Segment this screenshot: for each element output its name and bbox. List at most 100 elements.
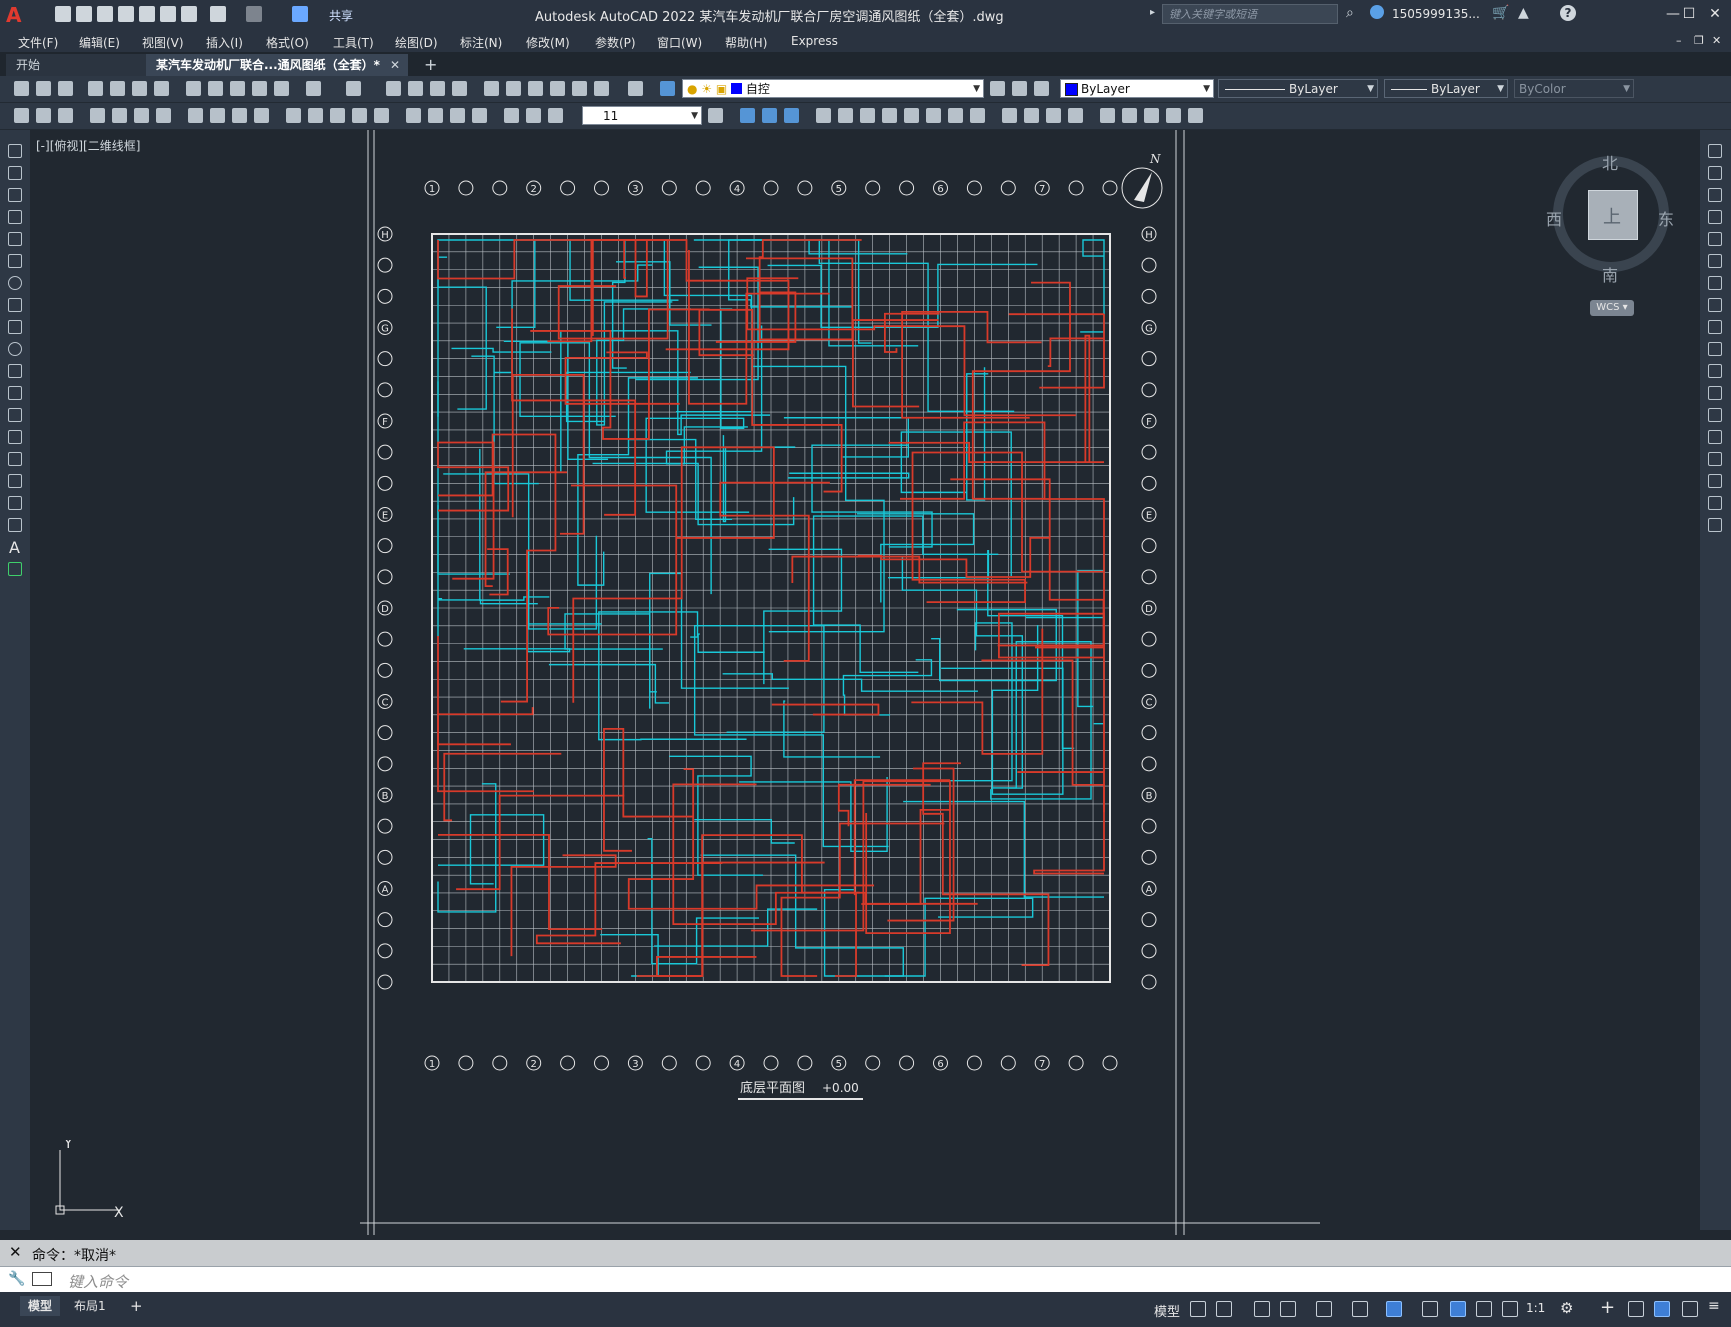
grid-display-icon[interactable] [1190,1301,1206,1317]
jogged-dim-icon[interactable] [210,108,225,123]
menu-express[interactable]: Express [791,34,838,48]
polar-tracking-icon[interactable] [1280,1301,1296,1317]
object-snap-tracking-icon[interactable] [1352,1301,1368,1317]
polygon-icon[interactable] [8,210,22,224]
menu-draw[interactable]: 绘图(D) [395,34,438,51]
undo-icon[interactable] [210,6,226,22]
tab-start[interactable]: 开始 [6,54,146,76]
offset-icon[interactable] [1708,210,1722,224]
tab-model[interactable]: 模型 [20,1296,61,1316]
tolerance-icon[interactable] [406,108,421,123]
menu-help[interactable]: 帮助(H) [725,34,767,51]
save-as-icon[interactable] [118,6,134,22]
transparency-icon[interactable] [1450,1301,1466,1317]
open-file-icon[interactable] [76,6,92,22]
stretch-icon[interactable] [1708,320,1722,334]
rotate-icon[interactable] [1708,276,1722,290]
attach-xref-icon[interactable] [1068,108,1083,123]
ortho-mode-icon[interactable] [1254,1301,1270,1317]
menu-modify[interactable]: 修改(M) [526,34,570,51]
share-icon[interactable] [292,6,308,22]
share-label[interactable]: 共享 [329,7,353,24]
continue-dim-icon[interactable] [330,108,345,123]
model-space-toggle[interactable]: 模型 [1154,1301,1180,1320]
plot-icon[interactable] [88,81,103,96]
diameter-dim-icon[interactable] [232,108,247,123]
arc-length-icon[interactable] [134,108,149,123]
jogged-linear-icon[interactable] [472,108,487,123]
redo-icon[interactable] [346,81,361,96]
zoom-previous-icon[interactable] [452,81,467,96]
make-block-icon[interactable] [8,408,22,422]
clean-screen-icon[interactable] [1682,1301,1698,1317]
close-icon[interactable]: ✕ [1704,4,1726,24]
dim-update-icon[interactable] [14,108,29,123]
explode-icon[interactable] [1002,108,1017,123]
cut-icon[interactable] [186,81,201,96]
front-icon[interactable] [740,108,755,123]
viewport-controls-label[interactable]: [-][俯视][二维线框] [36,137,140,154]
zoom-realtime-icon[interactable] [408,81,423,96]
snap-mode-icon[interactable] [1216,1301,1232,1317]
layer-match-icon[interactable] [1034,81,1049,96]
add-selected-icon[interactable] [8,562,22,576]
erase-icon[interactable] [1024,108,1039,123]
menu-tools[interactable]: 工具(T) [333,34,374,51]
workspace-gear-icon[interactable]: ⚙ [1560,1299,1573,1317]
angular-dim-icon[interactable] [254,108,269,123]
blend-curves-icon[interactable] [1708,496,1722,510]
plotstyle-combo[interactable]: ByColor ▼ [1514,79,1634,98]
publish-icon[interactable] [132,81,147,96]
dim-scale-combo[interactable]: 11 ▼ [582,106,702,125]
dim-override-icon[interactable] [58,108,73,123]
extend-icon[interactable] [1708,364,1722,378]
undo-icon[interactable] [306,81,321,96]
trim-icon[interactable] [1708,342,1722,356]
isodraft-icon[interactable] [1316,1301,1332,1317]
inspection-icon[interactable] [450,108,465,123]
chamfer-icon[interactable] [1708,452,1722,466]
multiline-text-icon[interactable]: A [9,538,20,557]
pan-icon[interactable] [386,81,401,96]
spline-icon[interactable] [8,320,22,334]
command-input[interactable]: 🔧 键入命令 [0,1266,1731,1293]
insert-block-icon[interactable] [1046,108,1061,123]
block-editor-icon[interactable] [274,81,289,96]
move-icon[interactable] [816,108,831,123]
compass-north[interactable]: 北 [1602,150,1618,174]
break-at-point-icon[interactable] [1708,386,1722,400]
region-icon[interactable] [1166,108,1181,123]
hyperlink-icon[interactable] [1122,108,1137,123]
menu-edit[interactable]: 编辑(E) [79,34,120,51]
tab-drawing[interactable]: 某汽车发动机厂联合...通风图纸（全套）* ✕ [146,54,408,76]
wipeout-icon[interactable] [1144,108,1159,123]
center-mark-icon[interactable] [428,108,443,123]
menu-view[interactable]: 视图(V) [142,34,184,51]
paste-icon[interactable] [230,81,245,96]
make-current-layer-icon[interactable] [990,81,1005,96]
table-icon[interactable] [8,518,22,532]
compass-west[interactable]: 西 [1546,206,1562,230]
autodesk-app-icon[interactable]: ▲ [1518,5,1529,21]
point-icon[interactable] [8,430,22,444]
open-icon[interactable] [36,81,51,96]
zoom-window-icon[interactable] [430,81,445,96]
linear-dim-icon[interactable] [90,108,105,123]
ellipse-arc-icon[interactable] [8,364,22,378]
dim-space-icon[interactable] [352,108,367,123]
menu-file[interactable]: 文件(F) [18,34,58,51]
add-layout-button[interactable]: + [122,1296,151,1316]
wcs-menu[interactable]: WCS ▾ [1590,300,1634,316]
doc-minimize-icon[interactable]: – [1676,34,1682,47]
copy-icon[interactable] [208,81,223,96]
explode-icon[interactable] [1708,518,1722,532]
linetype-combo[interactable]: ByLayer ▼ [1218,79,1378,98]
dim-break-icon[interactable] [374,108,389,123]
break-icon[interactable] [1708,408,1722,422]
dim-text-edit-icon[interactable] [526,108,541,123]
layer-properties-icon[interactable] [660,81,675,96]
units-icon[interactable] [1628,1301,1644,1317]
markup-icon[interactable] [572,81,587,96]
tab-layout1[interactable]: 布局1 [66,1296,114,1316]
arc-icon[interactable] [8,254,22,268]
